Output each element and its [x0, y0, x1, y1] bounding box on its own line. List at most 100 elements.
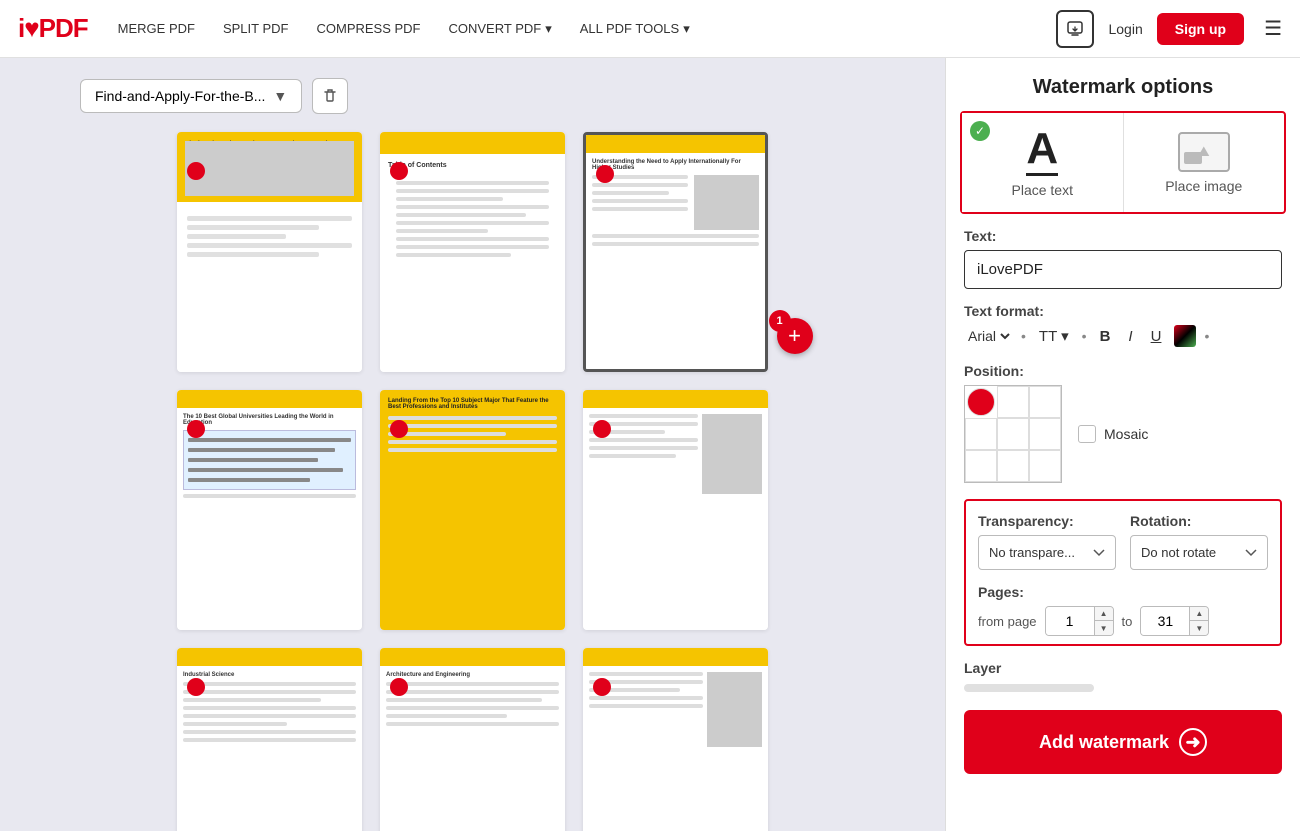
- position-label: Position:: [964, 363, 1282, 379]
- from-page-input[interactable]: [1046, 607, 1094, 635]
- watermark-indicator: [187, 162, 205, 180]
- watermark-indicator: [390, 420, 408, 438]
- watermark-indicator: [187, 420, 205, 438]
- add-watermark-circle-icon: ➜: [1179, 728, 1207, 756]
- file-dropdown[interactable]: Find-and-Apply-For-the-B... ▼: [80, 79, 302, 113]
- watermark-indicator: [593, 420, 611, 438]
- position-bottom-left[interactable]: [965, 450, 997, 482]
- text-section: Text:: [946, 228, 1300, 303]
- text-a-icon: A: [1026, 127, 1058, 176]
- page-card[interactable]: [583, 390, 768, 630]
- rotation-label: Rotation:: [1130, 513, 1268, 529]
- position-center[interactable]: [997, 418, 1029, 450]
- to-page-input[interactable]: [1141, 607, 1189, 635]
- from-page-spinners: ▲ ▼: [1094, 607, 1113, 635]
- position-mid-left[interactable]: [965, 418, 997, 450]
- download-app-button[interactable]: [1056, 10, 1094, 48]
- color-picker-button[interactable]: [1174, 325, 1196, 347]
- page-card[interactable]: [583, 648, 768, 831]
- position-top-left[interactable]: [967, 388, 995, 416]
- logo[interactable]: i♥PDF: [18, 13, 88, 44]
- layer-slider[interactable]: [964, 684, 1094, 692]
- main-layout: Find-and-Apply-For-the-B... ▼ Find and A…: [0, 58, 1300, 831]
- to-page-down[interactable]: ▼: [1190, 621, 1208, 635]
- font-size-button[interactable]: TT ▾: [1034, 325, 1074, 347]
- page-card[interactable]: Landing From the Top 10 Subject Major Th…: [380, 390, 565, 630]
- menu-icon[interactable]: ☰: [1264, 16, 1282, 41]
- layer-section: Layer: [946, 660, 1300, 702]
- page-card[interactable]: Table of Contents: [380, 132, 565, 372]
- to-page-up[interactable]: ▲: [1190, 607, 1208, 621]
- to-page-input-wrap: ▲ ▼: [1140, 606, 1209, 636]
- dropdown-arrow-icon: ▼: [273, 88, 287, 104]
- position-row: Mosaic: [964, 385, 1282, 483]
- mosaic-label: Mosaic: [1104, 426, 1148, 442]
- position-top-center[interactable]: [997, 386, 1029, 418]
- page-card[interactable]: Industrial Science: [177, 648, 362, 831]
- signup-button[interactable]: Sign up: [1157, 13, 1244, 45]
- watermark-text-input[interactable]: [964, 250, 1282, 289]
- position-mid-right[interactable]: [1029, 418, 1061, 450]
- nav-convert-pdf[interactable]: CONVERT PDF ▾: [449, 21, 552, 37]
- watermark-indicator: [390, 162, 408, 180]
- page-card[interactable]: Understanding the Need to Apply Internat…: [583, 132, 768, 372]
- text-format-section: Text format: Arial • TT ▾ • B I U •: [946, 303, 1300, 363]
- position-bottom-center[interactable]: [997, 450, 1029, 482]
- nav-compress-pdf[interactable]: COMPRESS PDF: [316, 21, 420, 36]
- position-top-right[interactable]: [1029, 386, 1061, 418]
- from-page-down[interactable]: ▼: [1095, 621, 1113, 635]
- watermark-type-options: ✓ A Place text Place image: [960, 111, 1286, 214]
- pages-grid: Find and Apply For the Best Institutes I…: [173, 132, 773, 831]
- position-section: Position: Mos: [946, 363, 1300, 499]
- to-page-spinners: ▲ ▼: [1189, 607, 1208, 635]
- page-count-badge: 1: [769, 310, 791, 332]
- rotation-select[interactable]: Do not rotate: [1130, 535, 1268, 570]
- transparency-select[interactable]: No transpare...: [978, 535, 1116, 570]
- pdf-area: Find-and-Apply-For-the-B... ▼ Find and A…: [0, 58, 945, 831]
- file-selector: Find-and-Apply-For-the-B... ▼: [80, 78, 348, 114]
- font-family-select[interactable]: Arial: [964, 327, 1013, 345]
- position-bottom-right[interactable]: [1029, 450, 1061, 482]
- mosaic-checkbox-group: Mosaic: [1078, 425, 1148, 443]
- page-card[interactable]: The 10 Best Global Universities Leading …: [177, 390, 362, 630]
- place-image-option[interactable]: Place image: [1124, 113, 1285, 212]
- sidebar: Watermark options ✓ A Place text Place i…: [945, 58, 1300, 831]
- add-watermark-button[interactable]: Add watermark ➜: [964, 710, 1282, 774]
- transparency-rotation-box: Transparency: No transpare... Rotation: …: [964, 499, 1282, 646]
- text-format-label: Text format:: [964, 303, 1282, 319]
- italic-button[interactable]: I: [1123, 326, 1137, 347]
- text-field-label: Text:: [964, 228, 1282, 244]
- add-page-area: 1 +: [787, 328, 823, 364]
- header: i♥PDF MERGE PDF SPLIT PDF COMPRESS PDF C…: [0, 0, 1300, 58]
- underline-button[interactable]: U: [1146, 326, 1167, 347]
- delete-file-button[interactable]: [312, 78, 348, 114]
- pages-inputs: from page ▲ ▼ to ▲ ▼: [978, 606, 1268, 636]
- nav-split-pdf[interactable]: SPLIT PDF: [223, 21, 289, 36]
- text-format-row: Arial • TT ▾ • B I U •: [964, 325, 1282, 347]
- from-page-input-wrap: ▲ ▼: [1045, 606, 1114, 636]
- selected-check-icon: ✓: [970, 121, 990, 141]
- place-text-option[interactable]: ✓ A Place text: [962, 113, 1124, 212]
- from-page-up[interactable]: ▲: [1095, 607, 1113, 621]
- from-page-text: from page: [978, 614, 1037, 629]
- page-card[interactable]: Architecture and Engineering: [380, 648, 565, 831]
- login-button[interactable]: Login: [1108, 21, 1142, 37]
- add-watermark-label: Add watermark: [1039, 732, 1169, 753]
- add-page-button[interactable]: 1 +: [777, 318, 813, 354]
- watermark-indicator: [390, 678, 408, 696]
- nav-all-tools[interactable]: ALL PDF TOOLS ▾: [580, 21, 690, 37]
- watermark-indicator: [187, 678, 205, 696]
- nav-merge-pdf[interactable]: MERGE PDF: [118, 21, 195, 36]
- bold-button[interactable]: B: [1095, 326, 1116, 347]
- to-label: to: [1122, 614, 1133, 629]
- header-right: Login Sign up ☰: [1056, 10, 1282, 48]
- layer-label: Layer: [964, 660, 1282, 676]
- pages-inner: Pages: from page ▲ ▼ to ▲: [978, 584, 1268, 636]
- main-nav: MERGE PDF SPLIT PDF COMPRESS PDF CONVERT…: [118, 21, 1057, 37]
- page-card[interactable]: Find and Apply For the Best Institutes I…: [177, 132, 362, 372]
- place-text-label: Place text: [1012, 182, 1073, 198]
- sidebar-title: Watermark options: [946, 58, 1300, 111]
- place-image-label: Place image: [1165, 178, 1242, 194]
- mosaic-checkbox[interactable]: [1078, 425, 1096, 443]
- file-name: Find-and-Apply-For-the-B...: [95, 88, 265, 104]
